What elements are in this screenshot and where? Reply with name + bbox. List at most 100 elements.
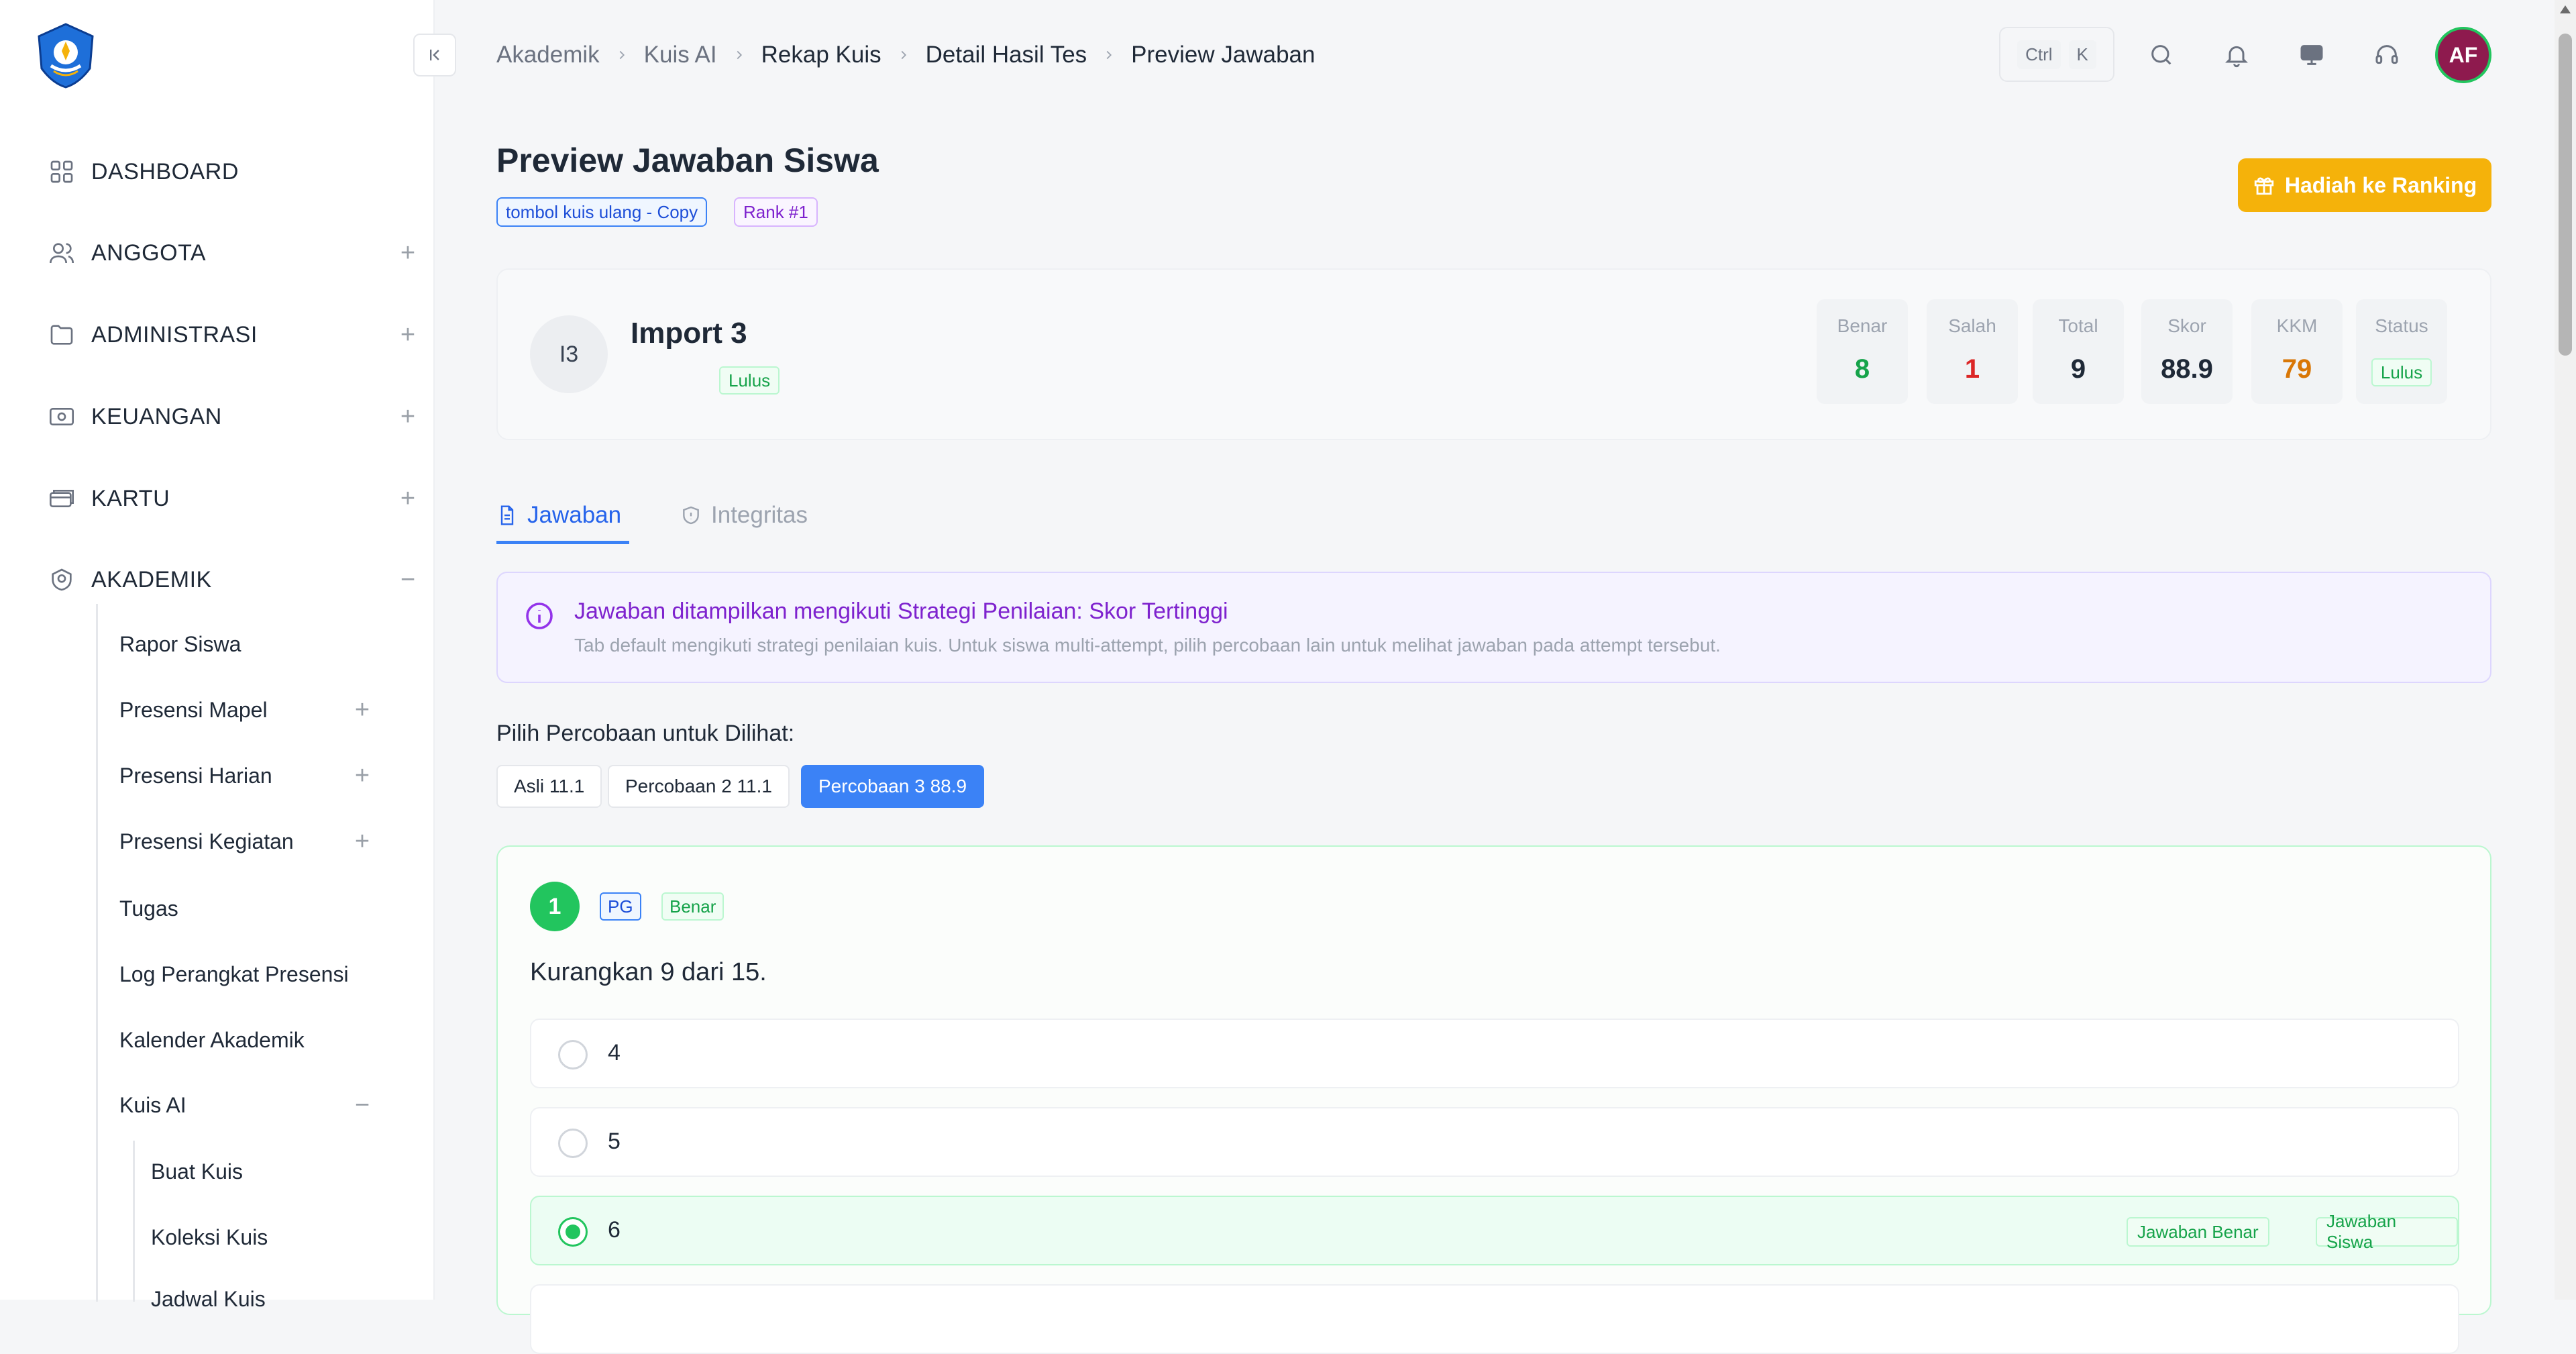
attempt-button-2[interactable]: Percobaan 2 11.1 <box>608 765 790 808</box>
scroll-up-arrow-icon[interactable] <box>2560 5 2571 13</box>
nav-anggota[interactable]: ANGGOTA + <box>46 233 433 273</box>
nav-label: AKADEMIK <box>91 566 212 592</box>
avatar[interactable]: AF <box>2435 27 2491 83</box>
option-text: 4 <box>608 1040 621 1065</box>
radio-button-selected[interactable] <box>558 1217 588 1247</box>
nav-keuangan[interactable]: KEUANGAN + <box>46 397 433 437</box>
answer-option-correct[interactable]: 6 Jawaban Benar Jawaban Siswa <box>530 1196 2459 1265</box>
question-number: 1 <box>530 882 580 931</box>
sidebar-item-buat-kuis[interactable]: Buat Kuis <box>151 1151 243 1192</box>
attempt-button-asli[interactable]: Asli 11.1 <box>496 765 602 808</box>
quiz-name-tag: tombol kuis ulang - Copy <box>496 197 708 227</box>
stat-salah: Salah 1 <box>1927 299 2018 404</box>
expand-icon[interactable]: + <box>343 757 381 794</box>
stat-kkm: KKM 79 <box>2251 299 2343 404</box>
reward-ranking-label: Hadiah ke Ranking <box>2284 172 2477 197</box>
expand-icon[interactable]: + <box>343 823 381 860</box>
sidebar-item-jadwal-kuis[interactable]: Jadwal Kuis <box>151 1279 266 1319</box>
sidebar-item-presensi-harian[interactable]: Presensi Harian <box>119 756 272 796</box>
answer-option[interactable]: 4 <box>530 1019 2459 1088</box>
collapse-icon[interactable]: − <box>389 561 427 598</box>
stat-label: Skor <box>2167 315 2206 336</box>
document-icon <box>500 505 514 525</box>
sidebar: DASHBOARD ANGGOTA + ADMINISTRASI + KEUAN… <box>0 0 435 1311</box>
attempt-button-3[interactable]: Percobaan 3 88.9 <box>801 765 985 808</box>
radio-button[interactable] <box>558 1129 588 1158</box>
stat-value: 1 <box>1964 354 1980 384</box>
stat-skor: Skor 88.9 <box>2141 299 2233 404</box>
collapse-icon[interactable]: − <box>343 1086 381 1124</box>
nav-label: KEUANGAN <box>91 403 222 429</box>
nav-label: ANGGOTA <box>91 240 206 266</box>
stat-label: Status <box>2375 315 2428 336</box>
reward-ranking-button[interactable]: Hadiah ke Ranking <box>2238 158 2491 212</box>
shield-icon <box>683 506 699 525</box>
gift-icon <box>2254 177 2274 195</box>
breadcrumb-detail-hasil-tes[interactable]: Detail Hasil Tes <box>926 42 1087 68</box>
expand-icon[interactable]: + <box>389 316 427 354</box>
sidebar-item-kalender-akademik[interactable]: Kalender Akademik <box>119 1020 305 1060</box>
info-title: Jawaban ditampilkan mengikuti Strategi P… <box>574 598 1228 624</box>
stat-benar: Benar 8 <box>1817 299 1908 404</box>
chevron-right-icon <box>732 48 747 62</box>
sidebar-item-kuis-ai[interactable]: Kuis AI <box>119 1085 186 1125</box>
academic-icon <box>46 564 78 596</box>
nav-akademik[interactable]: AKADEMIK − <box>46 560 433 600</box>
sidebar-item-rapor-siswa[interactable]: Rapor Siswa <box>119 624 241 664</box>
option-text: 5 <box>608 1129 621 1154</box>
breadcrumb-kuis-ai[interactable]: Kuis AI <box>644 42 717 68</box>
student-summary-card: I3 Import 3 Lulus Benar 8 Salah 1 Total … <box>496 268 2491 440</box>
page-scrollbar[interactable] <box>2555 0 2576 1300</box>
expand-icon[interactable]: + <box>389 398 427 435</box>
question-text: Kurangkan 9 dari 15. <box>530 958 767 986</box>
student-avatar: I3 <box>530 315 608 393</box>
bell-icon[interactable] <box>2218 36 2255 74</box>
sidebar-item-koleksi-kuis[interactable]: Koleksi Kuis <box>151 1217 268 1257</box>
tut-wuri-handayani-logo[interactable] <box>32 21 99 89</box>
folder-icon <box>46 319 78 351</box>
kbd-ctrl: Ctrl <box>2017 40 2061 69</box>
info-alert: Jawaban ditampilkan mengikuti Strategi P… <box>496 572 2491 683</box>
info-description: Tab default mengikuti strategi penilaian… <box>574 635 1721 656</box>
correct-answer-badge: Jawaban Benar <box>2127 1217 2269 1247</box>
status-badge: Lulus <box>719 366 780 395</box>
stat-value: 79 <box>2282 354 2312 384</box>
student-answer-badge: Jawaban Siswa <box>2316 1211 2458 1252</box>
nav-dashboard[interactable]: DASHBOARD <box>46 152 433 192</box>
nav-administrasi[interactable]: ADMINISTRASI + <box>46 315 433 355</box>
sidebar-item-presensi-kegiatan[interactable]: Presensi Kegiatan <box>119 821 294 862</box>
monitor-icon[interactable] <box>2293 36 2330 74</box>
answer-option[interactable]: 5 <box>530 1107 2459 1177</box>
search-icon[interactable] <box>2143 36 2180 74</box>
expand-icon[interactable]: + <box>343 691 381 729</box>
headset-icon[interactable] <box>2368 36 2406 74</box>
tab-label: Jawaban <box>527 502 622 528</box>
breadcrumb-akademik[interactable]: Akademik <box>496 42 600 68</box>
page-title: Preview Jawaban Siswa <box>496 142 879 179</box>
stat-total: Total 9 <box>2033 299 2124 404</box>
nav-kartu[interactable]: KARTU + <box>46 478 433 519</box>
expand-icon[interactable]: + <box>389 234 427 272</box>
nav-label: ADMINISTRASI <box>91 321 258 348</box>
active-tab-indicator <box>496 541 629 544</box>
collapse-sidebar-button[interactable] <box>413 34 456 76</box>
nav-label: DASHBOARD <box>91 158 239 185</box>
stat-status: Status Lulus <box>2356 299 2447 404</box>
command-palette-button[interactable]: Ctrl K <box>1999 27 2114 82</box>
answer-option[interactable] <box>530 1284 2459 1354</box>
radio-button[interactable] <box>558 1040 588 1070</box>
breadcrumb-rekap-kuis[interactable]: Rekap Kuis <box>761 42 881 68</box>
question-type-badge: PG <box>600 892 641 921</box>
stat-label: Salah <box>1948 315 1996 336</box>
stat-value: 88.9 <box>2161 354 2213 384</box>
sidebar-item-tugas[interactable]: Tugas <box>119 888 178 929</box>
sidebar-item-presensi-mapel[interactable]: Presensi Mapel <box>119 690 268 730</box>
tab-integritas[interactable]: Integritas <box>680 488 808 542</box>
chevron-right-icon <box>1102 48 1116 62</box>
expand-icon[interactable]: + <box>389 480 427 517</box>
question-result-badge: Benar <box>661 892 724 921</box>
tab-jawaban[interactable]: Jawaban <box>496 488 621 542</box>
stat-label: KKM <box>2276 315 2318 336</box>
sidebar-item-log-perangkat-presensi[interactable]: Log Perangkat Presensi <box>119 954 349 994</box>
scroll-thumb[interactable] <box>2559 34 2572 356</box>
